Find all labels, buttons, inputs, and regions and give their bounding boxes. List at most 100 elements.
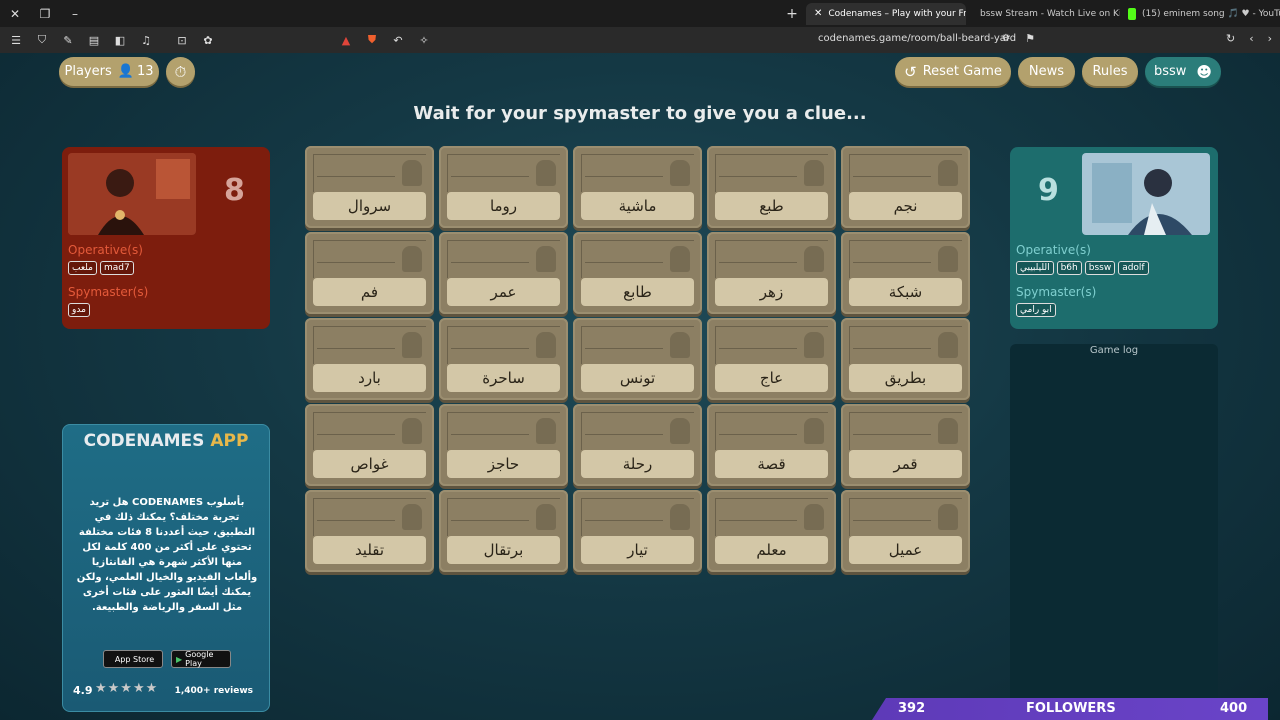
minimize-window-icon[interactable]: –: [60, 7, 90, 21]
player-chip[interactable]: bssw: [1084, 261, 1116, 275]
word-card[interactable]: بارد: [305, 318, 434, 400]
word-card[interactable]: طابع: [573, 232, 702, 314]
extensions-icon[interactable]: ✿: [198, 34, 218, 47]
blue-operatives-label: Operative(s): [1016, 243, 1091, 257]
word-card[interactable]: قمر: [841, 404, 970, 486]
bookmark-icon[interactable]: ⚑: [1020, 32, 1040, 45]
agent-silhouette-icon: [938, 246, 958, 272]
play-icon: ▶: [176, 654, 183, 664]
word-card[interactable]: عميل: [841, 490, 970, 572]
tab-title: Codenames – Play with your Frie: [828, 8, 966, 19]
card-word: حاجز: [447, 450, 560, 478]
ad-rating: 4.9: [73, 684, 93, 697]
word-card[interactable]: نجم: [841, 146, 970, 228]
word-card[interactable]: سروال: [305, 146, 434, 228]
brave-rewards-icon[interactable]: ▲: [336, 34, 356, 47]
timer-button[interactable]: ⏱: [166, 57, 195, 86]
news-button[interactable]: News: [1018, 57, 1075, 86]
menu-icon[interactable]: ☰: [6, 34, 26, 47]
reload-icon[interactable]: ↻: [1226, 32, 1235, 45]
agent-silhouette-icon: [402, 504, 422, 530]
new-tab-icon[interactable]: +: [778, 6, 806, 22]
followers-current: 392: [898, 701, 926, 716]
tab-youtube[interactable]: (15) eminem song 🎵 ♥ - YouTube: [1120, 3, 1280, 25]
player-chip[interactable]: adolf: [1118, 261, 1149, 275]
person-icon: 👤: [117, 64, 134, 79]
players-button[interactable]: Players 👤 13: [59, 57, 159, 86]
word-card[interactable]: عمر: [439, 232, 568, 314]
player-chip[interactable]: b6h: [1056, 261, 1082, 275]
music-icon[interactable]: ♫: [136, 34, 156, 47]
red-spymaster-label: Spymaster(s): [68, 285, 149, 299]
card-line: [451, 348, 529, 349]
agent-silhouette-icon: [536, 160, 556, 186]
close-window-icon[interactable]: ✕: [0, 7, 30, 21]
word-card[interactable]: تونس: [573, 318, 702, 400]
app-store-label: App Store: [114, 654, 155, 664]
user-button[interactable]: bssw ☻: [1145, 57, 1221, 86]
word-card[interactable]: شبكة: [841, 232, 970, 314]
close-tab-icon[interactable]: ✕: [814, 8, 822, 19]
agent-silhouette-icon: [804, 418, 824, 444]
game-log-panel[interactable]: Game log: [1010, 344, 1218, 720]
word-card[interactable]: فم: [305, 232, 434, 314]
restore-window-icon[interactable]: ❐: [30, 7, 60, 21]
word-card[interactable]: زهر: [707, 232, 836, 314]
word-card[interactable]: عاج: [707, 318, 836, 400]
app-store-button[interactable]: App Store: [103, 650, 163, 668]
players-label: Players: [64, 64, 112, 79]
card-word: شبكة: [849, 278, 962, 306]
back-icon[interactable]: ‹: [1249, 32, 1253, 45]
shield-icon[interactable]: ⛉: [32, 33, 52, 47]
agent-silhouette-icon: [402, 160, 422, 186]
tab-codenames[interactable]: ✕ Codenames – Play with your Frie: [806, 2, 966, 25]
followers-label: FOLLOWERS: [1026, 701, 1116, 716]
word-card[interactable]: ساحرة: [439, 318, 568, 400]
card-line: [853, 348, 931, 349]
google-play-button[interactable]: ▶ Google Play: [171, 650, 231, 668]
codenames-app-ad[interactable]: CODENAMES APP بأسلوب CODENAMES هل تريد ت…: [62, 424, 270, 712]
screenshot-icon[interactable]: ⊡: [172, 34, 192, 47]
card-line: [317, 520, 395, 521]
sidebar-icon[interactable]: ◧: [110, 34, 130, 47]
card-word: طابع: [581, 278, 694, 306]
word-card[interactable]: طبع: [707, 146, 836, 228]
blue-team-panel: 9 Operative(s) الليلبيبي b6h bssw adolf …: [1010, 147, 1218, 329]
red-team-portrait: [68, 153, 196, 235]
player-chip[interactable]: مدو: [68, 303, 90, 317]
word-card[interactable]: معلم: [707, 490, 836, 572]
word-card[interactable]: برتقال: [439, 490, 568, 572]
card-word: رحلة: [581, 450, 694, 478]
rules-label: Rules: [1092, 64, 1128, 79]
card-word: زهر: [715, 278, 828, 306]
player-chip[interactable]: الليلبيبي: [1016, 261, 1054, 275]
word-card[interactable]: حاجز: [439, 404, 568, 486]
rules-button[interactable]: Rules: [1082, 57, 1138, 86]
word-card[interactable]: رحلة: [573, 404, 702, 486]
word-card[interactable]: روما: [439, 146, 568, 228]
forward-icon[interactable]: ›: [1268, 32, 1272, 45]
url-field[interactable]: codenames.game/room/ball-beard-yard: [818, 33, 1016, 44]
brave-shield-icon[interactable]: ⛊: [362, 33, 382, 47]
undo-icon[interactable]: ↶: [388, 34, 408, 47]
player-chip[interactable]: ملعب: [68, 261, 97, 275]
player-chip[interactable]: mad7: [99, 261, 134, 275]
reset-game-button[interactable]: ↺ Reset Game: [895, 57, 1011, 86]
word-card[interactable]: بطريق: [841, 318, 970, 400]
card-line: [585, 348, 663, 349]
tab-kick[interactable]: bssw Stream - Watch Live on Kick: [972, 3, 1120, 25]
reader-icon[interactable]: ▤: [84, 34, 104, 47]
site-settings-icon[interactable]: ⚙: [996, 33, 1016, 44]
card-word: عاج: [715, 364, 828, 392]
agent-silhouette-icon: [402, 332, 422, 358]
word-card[interactable]: ماشية: [573, 146, 702, 228]
word-card[interactable]: تيار: [573, 490, 702, 572]
player-chip[interactable]: ابو رامي: [1016, 303, 1056, 317]
card-line: [585, 434, 663, 435]
word-card[interactable]: قصة: [707, 404, 836, 486]
word-card[interactable]: تقليد: [305, 490, 434, 572]
translate-icon[interactable]: ✧: [414, 34, 434, 47]
pen-icon[interactable]: ✎: [58, 34, 78, 47]
word-card[interactable]: غواص: [305, 404, 434, 486]
red-team-panel: 8 Operative(s) ملعب mad7 Spymaster(s) مد…: [62, 147, 270, 329]
